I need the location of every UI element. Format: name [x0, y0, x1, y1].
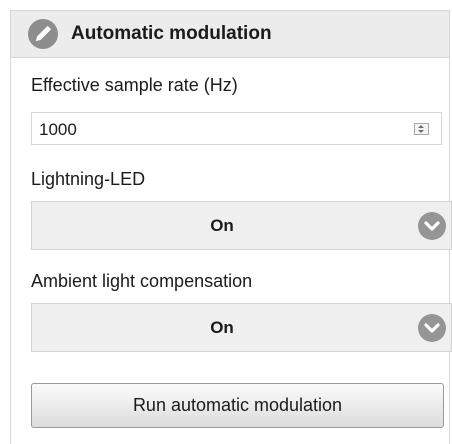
panel-title: Automatic modulation: [71, 23, 272, 44]
sample-rate-value: 1000: [39, 120, 77, 139]
lightning-led-value: On: [210, 216, 234, 235]
lightning-led-select[interactable]: On: [31, 201, 452, 250]
automatic-modulation-panel: Automatic modulation Effective sample ra…: [10, 10, 452, 444]
run-automatic-modulation-button[interactable]: Run automatic modulation: [31, 383, 444, 428]
panel-header: Automatic modulation: [11, 11, 449, 58]
sample-rate-label: Effective sample rate (Hz): [31, 75, 238, 95]
lightning-led-label: Lightning-LED: [31, 169, 146, 189]
chevron-down-icon[interactable]: [418, 212, 446, 240]
sample-rate-input[interactable]: 1000: [31, 112, 442, 145]
pencil-icon: [28, 19, 58, 49]
chevron-down-icon[interactable]: [418, 314, 446, 342]
ambient-light-select[interactable]: On: [31, 303, 452, 352]
ambient-light-label: Ambient light compensation: [31, 271, 253, 291]
ambient-light-value: On: [210, 318, 234, 337]
spin-down-icon[interactable]: [418, 130, 424, 133]
spinner-icon[interactable]: [414, 123, 429, 135]
spin-up-icon[interactable]: [418, 125, 424, 128]
